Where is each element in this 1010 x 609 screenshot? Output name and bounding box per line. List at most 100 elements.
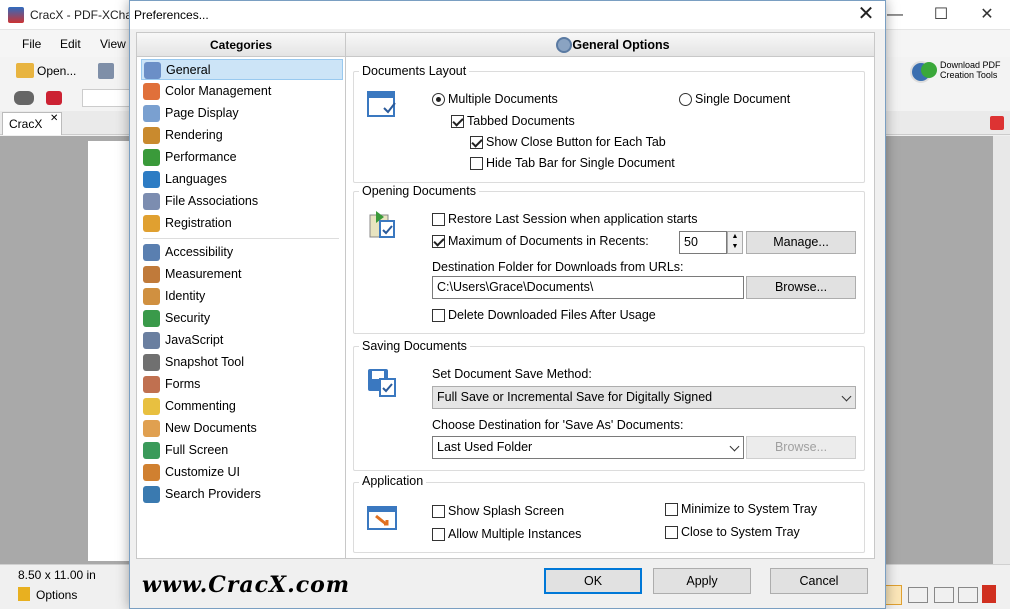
zoom-input[interactable] [82, 89, 130, 107]
security-icon [143, 310, 160, 327]
hide-tab-bar-checkbox[interactable] [470, 157, 483, 170]
save-method-value: Full Save or Incremental Save for Digita… [437, 390, 713, 404]
menu-view[interactable]: View [100, 37, 126, 51]
show-close-button-checkbox[interactable] [470, 136, 483, 149]
gears-icon [556, 37, 572, 53]
category-languages[interactable]: Languages [141, 169, 343, 190]
multiple-documents-radio[interactable] [432, 93, 445, 106]
category-rendering[interactable]: Rendering [141, 125, 343, 146]
category-javascript[interactable]: JavaScript [141, 330, 343, 351]
languages-icon [143, 171, 160, 188]
category-general[interactable]: General [141, 59, 343, 80]
browse-save-as-button: Browse... [746, 436, 856, 459]
category-full-screen[interactable]: Full Screen [141, 440, 343, 461]
destination-folder-input[interactable]: C:\Users\Grace\Documents\ [432, 276, 744, 299]
category-color-management[interactable]: Color Management [141, 81, 343, 102]
max-documents-checkbox[interactable] [432, 235, 445, 248]
file-associations-icon [143, 193, 160, 210]
chevron-down-icon [729, 441, 740, 452]
close-tray-checkbox[interactable] [665, 526, 678, 539]
app-logo-icon [8, 7, 24, 23]
categories-separator [143, 238, 339, 239]
tabbed-documents-checkbox[interactable] [451, 115, 464, 128]
category-performance[interactable]: Performance [141, 147, 343, 168]
scrollbar-vertical[interactable] [993, 136, 1010, 564]
category-measurement[interactable]: Measurement [141, 264, 343, 285]
search-providers-icon [143, 486, 160, 503]
document-tab[interactable]: CracX ✕ [2, 112, 62, 135]
save-icon[interactable] [98, 63, 114, 79]
tool-icon[interactable] [14, 91, 34, 105]
category-forms[interactable]: Forms [141, 374, 343, 395]
saving-documents-label: Saving Documents [359, 339, 470, 353]
category-label: Performance [165, 150, 237, 164]
cancel-button[interactable]: Cancel [770, 568, 868, 594]
new-documents-icon [143, 420, 160, 437]
delete-downloaded-checkbox[interactable] [432, 309, 445, 322]
menu-file[interactable]: File [22, 37, 41, 51]
category-registration[interactable]: Registration [141, 213, 343, 234]
measurement-icon [143, 266, 160, 283]
open-button[interactable]: Open... [37, 64, 76, 78]
max-documents-spinner[interactable]: ▲ ▼ [727, 231, 743, 254]
ok-button[interactable]: OK [544, 568, 642, 594]
forms-icon [143, 376, 160, 393]
pdf-icon[interactable] [982, 585, 996, 603]
tab-close-icon[interactable]: ✕ [50, 113, 58, 124]
save-method-select[interactable]: Full Save or Incremental Save for Digita… [432, 386, 856, 409]
category-page-display[interactable]: Page Display [141, 103, 343, 124]
category-accessibility[interactable]: Accessibility [141, 242, 343, 263]
creation-tools-label: Creation Tools [940, 70, 998, 80]
rendering-icon [143, 127, 160, 144]
save-as-destination-select[interactable]: Last Used Folder [432, 436, 744, 459]
multiple-documents-label: Multiple Documents [448, 92, 558, 106]
app-close-button[interactable]: ✕ [964, 0, 1010, 30]
category-label: Languages [165, 172, 227, 186]
category-security[interactable]: Security [141, 308, 343, 329]
manage-button[interactable]: Manage... [746, 231, 856, 254]
show-splash-label: Show Splash Screen [448, 504, 565, 518]
general-options-panel: General Options Documents Layout Multipl… [345, 32, 875, 559]
layout-double-icon[interactable] [908, 587, 928, 603]
maximize-button[interactable]: ☐ [918, 0, 964, 30]
save-as-destination-label: Choose Destination for 'Save As' Documen… [432, 418, 684, 432]
category-label: Customize UI [165, 465, 241, 479]
category-file-associations[interactable]: File Associations [141, 191, 343, 212]
layout-book-icon[interactable] [958, 587, 978, 603]
dialog-close-button[interactable]: ✕ [853, 3, 879, 27]
menu-edit[interactable]: Edit [60, 37, 81, 51]
category-new-documents[interactable]: New Documents [141, 418, 343, 439]
add-icon[interactable] [921, 62, 937, 78]
apply-button[interactable]: Apply [653, 568, 751, 594]
categories-header: Categories [137, 33, 345, 57]
full-screen-icon [143, 442, 160, 459]
category-label: New Documents [165, 421, 257, 435]
dialog-title: Preferences... [134, 8, 209, 22]
category-identity[interactable]: Identity [141, 286, 343, 307]
app-title: CracX - PDF-XChar [30, 8, 137, 22]
category-commenting[interactable]: Commenting [141, 396, 343, 417]
category-customize-ui[interactable]: Customize UI [141, 462, 343, 483]
multiple-instances-checkbox[interactable] [432, 528, 445, 541]
restore-session-label: Restore Last Session when application st… [448, 212, 698, 226]
category-search-providers[interactable]: Search Providers [141, 484, 343, 505]
layout-grid-icon[interactable] [934, 587, 954, 603]
category-snapshot-tool[interactable]: Snapshot Tool [141, 352, 343, 373]
show-splash-checkbox[interactable] [432, 505, 445, 518]
save-as-destination-value: Last Used Folder [437, 440, 533, 454]
single-document-radio[interactable] [679, 93, 692, 106]
options-button[interactable]: Options [36, 588, 77, 602]
color-management-icon [143, 83, 160, 100]
category-label: Security [165, 311, 211, 325]
close-document-icon[interactable] [990, 116, 1004, 130]
max-documents-input[interactable]: 50 [679, 231, 727, 254]
delete-downloaded-label: Delete Downloaded Files After Usage [448, 308, 656, 322]
browse-downloads-button[interactable]: Browse... [746, 276, 856, 299]
application-icon [366, 503, 398, 535]
category-label: Search Providers [165, 487, 261, 501]
category-label: Measurement [165, 267, 242, 281]
restore-session-checkbox[interactable] [432, 213, 445, 226]
hide-tab-bar-label: Hide Tab Bar for Single Document [486, 156, 675, 170]
minimize-tray-checkbox[interactable] [665, 503, 678, 516]
text-tool-icon[interactable] [46, 91, 62, 105]
